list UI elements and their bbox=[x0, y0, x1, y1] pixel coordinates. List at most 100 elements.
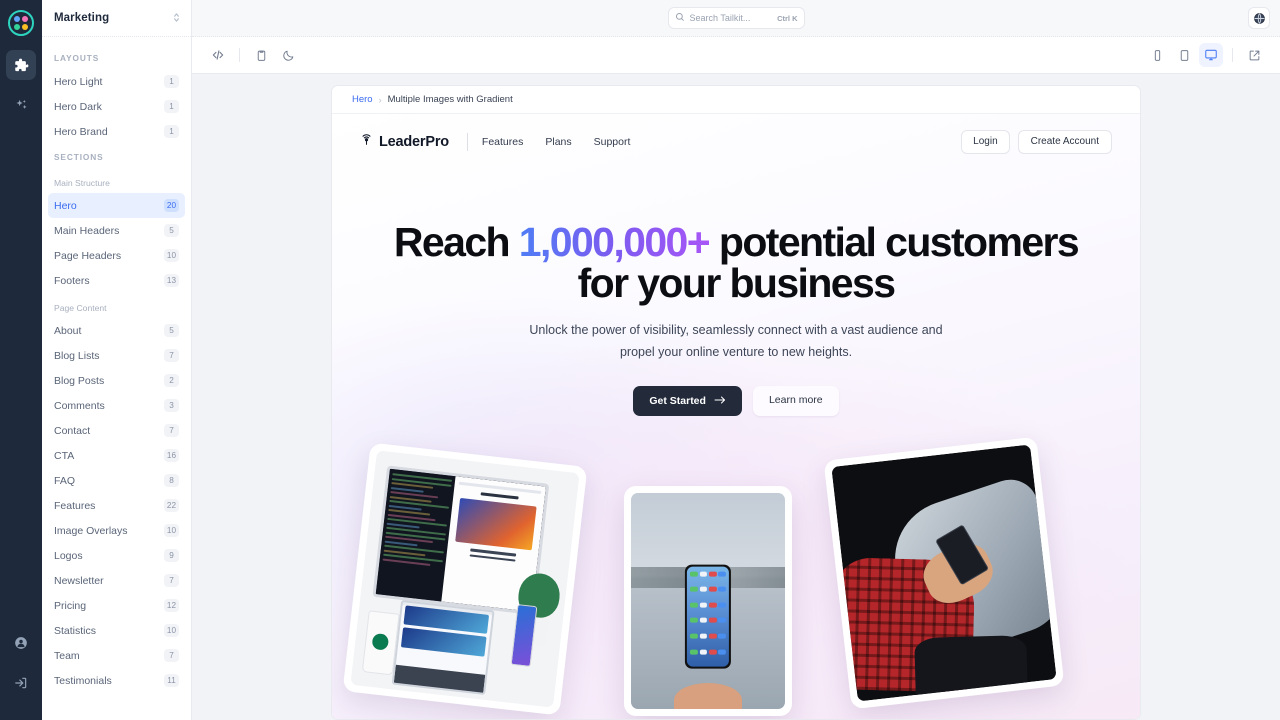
mobile-icon[interactable] bbox=[1145, 43, 1169, 67]
sidebar-item-label: Comments bbox=[54, 399, 105, 412]
sidebar-item-label: Newsletter bbox=[54, 574, 104, 587]
sidebar-item-testimonials[interactable]: Testimonials 11 bbox=[48, 668, 185, 693]
nav-link-plans[interactable]: Plans bbox=[545, 136, 571, 148]
sidebar-item-logos[interactable]: Logos 9 bbox=[48, 543, 185, 568]
hero-preview: LeaderPro Features Plans Support Login C… bbox=[332, 114, 1140, 719]
login-button[interactable]: Login bbox=[961, 130, 1010, 154]
code-icon[interactable] bbox=[206, 43, 230, 67]
sidebar-item-label: Blog Lists bbox=[54, 349, 100, 362]
sidebar-item-team[interactable]: Team 7 bbox=[48, 643, 185, 668]
sidebar-item-label: Footers bbox=[54, 274, 90, 287]
sidebar-subgroup-main-structure: Main Structure bbox=[54, 178, 110, 188]
sidebar-item-label: Hero Light bbox=[54, 75, 103, 88]
sidebar-item-cta[interactable]: CTA 16 bbox=[48, 443, 185, 468]
sidebar-group-layouts: LAYOUTS bbox=[54, 53, 100, 63]
sidebar-header[interactable]: Marketing bbox=[42, 0, 191, 37]
arrow-right-icon bbox=[714, 395, 726, 408]
sidebar-item-newsletter[interactable]: Newsletter 7 bbox=[48, 568, 185, 593]
sparkles-icon[interactable] bbox=[6, 90, 36, 120]
sidebar-item-label: Hero Brand bbox=[54, 125, 108, 138]
sidebar-item-count: 12 bbox=[163, 599, 179, 612]
sidebar-item-count: 22 bbox=[163, 499, 179, 512]
sidebar-item-count: 16 bbox=[163, 449, 179, 462]
sidebar-subgroup-page-content: Page Content bbox=[54, 303, 107, 313]
signal-tower-icon bbox=[360, 133, 373, 151]
sidebar-item-label: Logos bbox=[54, 549, 83, 562]
sidebar-item-image-overlays[interactable]: Image Overlays 10 bbox=[48, 518, 185, 543]
person-using-phone-photo bbox=[823, 436, 1065, 710]
sidebar-item-hero-light[interactable]: Hero Light 1 bbox=[48, 69, 185, 94]
moon-icon[interactable] bbox=[276, 43, 300, 67]
breadcrumb-current: Multiple Images with Gradient bbox=[387, 94, 513, 105]
sidebar-item-footers[interactable]: Footers 13 bbox=[48, 268, 185, 293]
hero-nav-links: Features Plans Support bbox=[482, 136, 630, 148]
sidebar-item-count: 1 bbox=[164, 125, 179, 138]
components-icon[interactable] bbox=[6, 50, 36, 80]
sidebar-item-page-headers[interactable]: Page Headers 10 bbox=[48, 243, 185, 268]
sidebar-item-count: 1 bbox=[164, 75, 179, 88]
breadcrumb-separator-icon: › bbox=[378, 94, 382, 105]
sidebar-item-count: 13 bbox=[163, 274, 179, 287]
logo-dots bbox=[14, 16, 28, 30]
learn-more-button[interactable]: Learn more bbox=[752, 385, 839, 417]
sidebar-item-label: Features bbox=[54, 499, 96, 512]
sidebar-item-count: 7 bbox=[164, 574, 179, 587]
page-title: Marketing bbox=[54, 12, 110, 24]
globe-icon[interactable] bbox=[1248, 7, 1270, 29]
sidebar-group-sections: SECTIONS bbox=[54, 152, 104, 162]
hero-navbar: LeaderPro Features Plans Support Login C… bbox=[332, 114, 1140, 154]
tablet-icon[interactable] bbox=[1172, 43, 1196, 67]
toolbar-right-group bbox=[1145, 43, 1266, 67]
sidebar-item-label: FAQ bbox=[54, 474, 76, 487]
sidebar-item-main-headers[interactable]: Main Headers 5 bbox=[48, 218, 185, 243]
sidebar-item-hero-brand[interactable]: Hero Brand 1 bbox=[48, 119, 185, 144]
sidebar-item-label: CTA bbox=[54, 449, 75, 462]
search-shortcut-hint: Ctrl K bbox=[777, 13, 798, 23]
app-root: Marketing LAYOUTS Hero Light 1 Hero Dark… bbox=[0, 0, 1280, 720]
open-external-icon[interactable] bbox=[1242, 43, 1266, 67]
account-icon[interactable] bbox=[6, 628, 36, 658]
phone-over-lake-photo bbox=[624, 486, 792, 717]
icon-rail bbox=[0, 0, 42, 720]
tailkit-logo[interactable] bbox=[8, 10, 34, 36]
sidebar-item-label: Hero Dark bbox=[54, 100, 102, 113]
search-icon bbox=[675, 9, 685, 27]
sidebar-item-pricing[interactable]: Pricing 12 bbox=[48, 593, 185, 618]
logout-icon[interactable] bbox=[6, 668, 36, 698]
search-input[interactable]: Search Tailkit... Ctrl K bbox=[667, 7, 805, 29]
sidebar-item-label: Statistics bbox=[54, 624, 97, 637]
headline-highlight: 1,000,000+ bbox=[518, 219, 711, 265]
sidebar-item-count: 10 bbox=[163, 249, 179, 262]
sidebar-item-about[interactable]: About 5 bbox=[48, 318, 185, 343]
sidebar-item-blog-lists[interactable]: Blog Lists 7 bbox=[48, 343, 185, 368]
search-placeholder: Search Tailkit... bbox=[689, 13, 751, 23]
sidebar-item-statistics[interactable]: Statistics 10 bbox=[48, 618, 185, 643]
desk-workspace-photo bbox=[342, 442, 588, 716]
sidebar-item-hero-dark[interactable]: Hero Dark 1 bbox=[48, 94, 185, 119]
brand[interactable]: LeaderPro bbox=[360, 133, 449, 151]
sidebar-item-comments[interactable]: Comments 3 bbox=[48, 393, 185, 418]
nav-link-features[interactable]: Features bbox=[482, 136, 523, 148]
clipboard-icon[interactable] bbox=[249, 43, 273, 67]
sidebar-item-count: 9 bbox=[164, 549, 179, 562]
sidebar-item-features[interactable]: Features 22 bbox=[48, 493, 185, 518]
create-account-button[interactable]: Create Account bbox=[1017, 130, 1112, 154]
sidebar-scroll[interactable]: LAYOUTS Hero Light 1 Hero Dark 1 Hero Br… bbox=[42, 37, 191, 720]
sidebar-item-count: 10 bbox=[163, 524, 179, 537]
sidebar-item-label: Blog Posts bbox=[54, 374, 105, 387]
sidebar-item-label: Pricing bbox=[54, 599, 87, 612]
navbar-divider bbox=[466, 133, 468, 151]
breadcrumb: Hero › Multiple Images with Gradient bbox=[332, 86, 1140, 114]
sidebar-item-count: 3 bbox=[164, 399, 179, 412]
sidebar-item-faq[interactable]: FAQ 8 bbox=[48, 468, 185, 493]
breadcrumb-parent-link[interactable]: Hero bbox=[352, 94, 373, 105]
sidebar-item-count: 8 bbox=[164, 474, 179, 487]
chevron-up-down-icon[interactable] bbox=[172, 11, 181, 25]
sidebar-item-blog-posts[interactable]: Blog Posts 2 bbox=[48, 368, 185, 393]
sidebar-item-count: 10 bbox=[163, 624, 179, 637]
sidebar-item-hero[interactable]: Hero 20 bbox=[48, 193, 185, 218]
nav-link-support[interactable]: Support bbox=[594, 136, 631, 148]
desktop-icon[interactable] bbox=[1199, 43, 1223, 67]
get-started-button[interactable]: Get Started bbox=[633, 385, 742, 417]
sidebar-item-contact[interactable]: Contact 7 bbox=[48, 418, 185, 443]
